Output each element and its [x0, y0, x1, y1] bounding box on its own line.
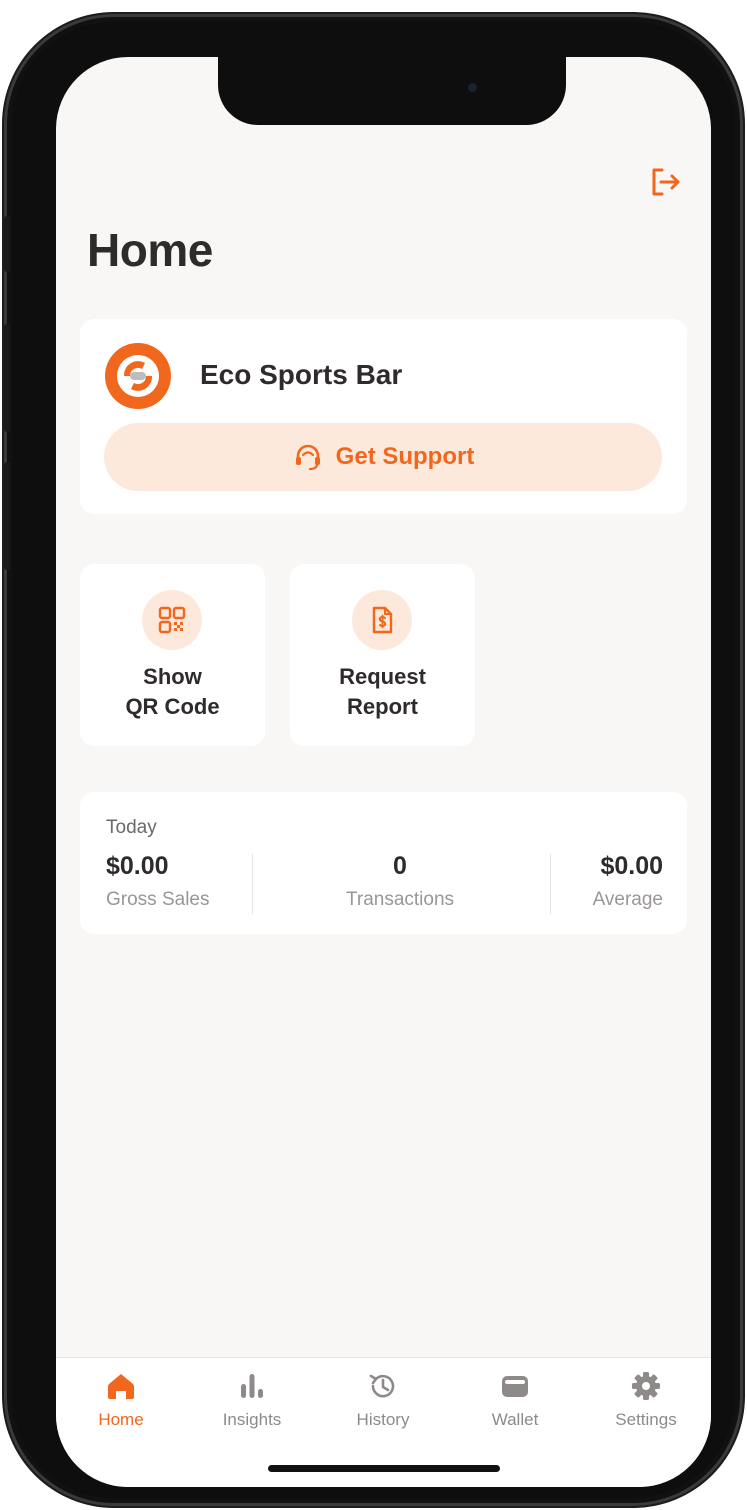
- tab-history[interactable]: History: [328, 1370, 438, 1430]
- gross-sales-value: $0.00: [106, 852, 169, 880]
- tab-wallet[interactable]: Wallet: [460, 1370, 570, 1430]
- request-report-label: Request Report: [290, 662, 475, 722]
- page-title: Home: [87, 224, 213, 276]
- gear-icon: [632, 1372, 660, 1400]
- app-screen: Home Eco Sports Bar Get Support Show QR …: [56, 57, 711, 1487]
- average-caption: Average: [592, 889, 663, 910]
- stat-divider: [252, 854, 253, 914]
- merchant-name: Eco Sports Bar: [200, 359, 403, 390]
- action-label-line: Report: [347, 694, 418, 719]
- show-qr-code-label: Show QR Code: [80, 662, 265, 722]
- transactions-stat: 0 Transactions: [300, 852, 500, 911]
- history-icon: [369, 1374, 395, 1398]
- tab-label: Insights: [222, 1410, 282, 1429]
- logout-icon: [652, 168, 680, 196]
- phone-frame: Home Eco Sports Bar Get Support Show QR …: [4, 14, 743, 1506]
- average-value: $0.00: [600, 852, 663, 880]
- tab-label: Home: [98, 1410, 144, 1429]
- home-indicator[interactable]: [268, 1465, 500, 1472]
- merchant-card: Eco Sports Bar Get Support: [80, 319, 687, 514]
- qr-code-icon: [158, 606, 186, 634]
- gross-sales-stat: $0.00 Gross Sales: [106, 852, 209, 911]
- merchant-logo-icon: [105, 343, 171, 409]
- mute-switch: [4, 216, 10, 272]
- transactions-value: 0: [393, 852, 407, 880]
- action-icon-circle: [142, 590, 202, 650]
- tab-label: History: [356, 1410, 410, 1429]
- tab-settings[interactable]: Settings: [591, 1370, 701, 1430]
- gross-sales-caption: Gross Sales: [106, 889, 210, 910]
- stat-divider: [550, 854, 551, 914]
- home-icon: [108, 1374, 134, 1399]
- show-qr-code-button[interactable]: Show QR Code: [80, 564, 265, 746]
- logout-button[interactable]: [649, 165, 683, 199]
- action-label-line: QR Code: [125, 694, 220, 719]
- report-icon: [372, 606, 393, 634]
- volume-up-button: [4, 324, 10, 432]
- today-label: Today: [106, 817, 157, 838]
- tab-home[interactable]: Home: [66, 1370, 176, 1430]
- average-stat: $0.00 Average: [593, 852, 663, 911]
- transactions-caption: Transactions: [345, 889, 455, 910]
- front-camera: [468, 83, 477, 92]
- wallet-icon: [502, 1376, 528, 1397]
- get-support-label: Get Support: [335, 443, 475, 470]
- today-summary-card: Today $0.00 Gross Sales 0 Transactions $…: [80, 792, 687, 934]
- volume-down-button: [4, 462, 10, 570]
- request-report-button[interactable]: Request Report: [290, 564, 475, 746]
- action-label-line: Show: [143, 664, 202, 689]
- tab-label: Wallet: [491, 1410, 539, 1429]
- action-icon-circle: [352, 590, 412, 650]
- tab-label: Settings: [615, 1410, 677, 1429]
- headset-icon: [295, 444, 320, 471]
- action-label-line: Request: [339, 664, 426, 689]
- get-support-button[interactable]: Get Support: [104, 423, 662, 491]
- bar-chart-icon: [241, 1374, 263, 1398]
- notch: [218, 57, 566, 125]
- tab-insights[interactable]: Insights: [197, 1370, 307, 1430]
